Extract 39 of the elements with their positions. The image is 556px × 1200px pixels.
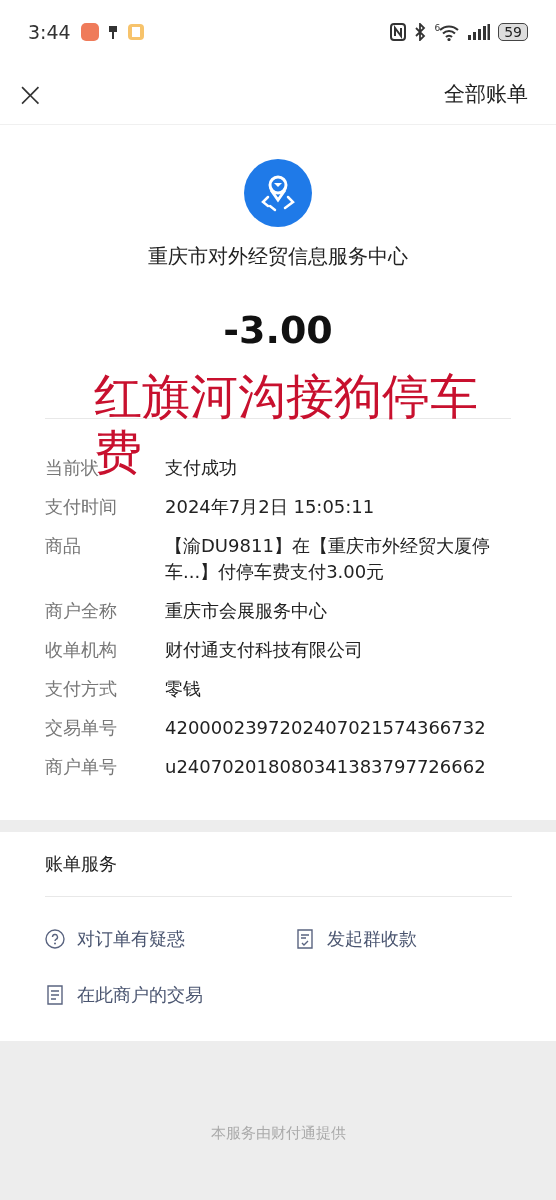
section-title: 账单服务: [45, 852, 512, 897]
detail-value: u240702018080341383797726662: [165, 755, 487, 779]
wifi-icon: [438, 23, 461, 41]
detail-value: 重庆市会展服务中心: [165, 599, 328, 623]
status-time: 3:44: [28, 21, 71, 43]
detail-value: 财付通支付科技有限公司: [165, 638, 364, 662]
note-icon: [126, 23, 145, 41]
footer-text: 本服务由财付通提供: [210, 1124, 346, 1143]
checklist-icon: [295, 929, 315, 949]
close-button[interactable]: ×: [16, 77, 45, 111]
detail-label: 商户全称: [45, 599, 118, 623]
detail-label: 收单机构: [45, 638, 118, 662]
bluetooth-icon: [414, 23, 427, 41]
detail-label: 支付时间: [45, 495, 118, 519]
document-icon: [45, 985, 65, 1005]
merchant-name: 重庆市对外经贸信息服务中心: [147, 243, 409, 270]
annotation-text: 红旗河沟接狗停车: [94, 368, 478, 424]
pin-icon: [106, 24, 119, 40]
app-icon: [80, 23, 99, 41]
network-label: 6: [434, 23, 441, 33]
service-link[interactable]: 在此商户的交易: [45, 983, 295, 1007]
detail-value: 零钱: [165, 677, 202, 701]
merchant-logo-icon: [244, 159, 312, 227]
detail-label: 支付方式: [45, 677, 118, 701]
detail-label: 商户单号: [45, 755, 118, 779]
detail-label: 商品: [45, 534, 82, 558]
help-icon: [45, 929, 65, 949]
detail-label: 交易单号: [45, 716, 118, 740]
battery-indicator: 59: [498, 23, 528, 41]
service-link[interactable]: 发起群收款: [295, 927, 512, 951]
signal-icon: [468, 24, 491, 40]
detail-value: 2024年7月2日 15:05:11: [165, 495, 376, 519]
detail-value: 4200002397202407021574366732: [165, 716, 487, 740]
nfc-icon: [390, 23, 407, 41]
detail-value: 支付成功: [165, 456, 238, 480]
service-link[interactable]: 对订单有疑惑: [45, 927, 295, 951]
detail-value: 【渝DU9811】在【重庆市外经贸大厦停车...】付停车费支付3.00元: [165, 534, 491, 584]
amount-text: -3.00: [222, 308, 334, 352]
all-bills-link[interactable]: 全部账单: [444, 80, 528, 108]
